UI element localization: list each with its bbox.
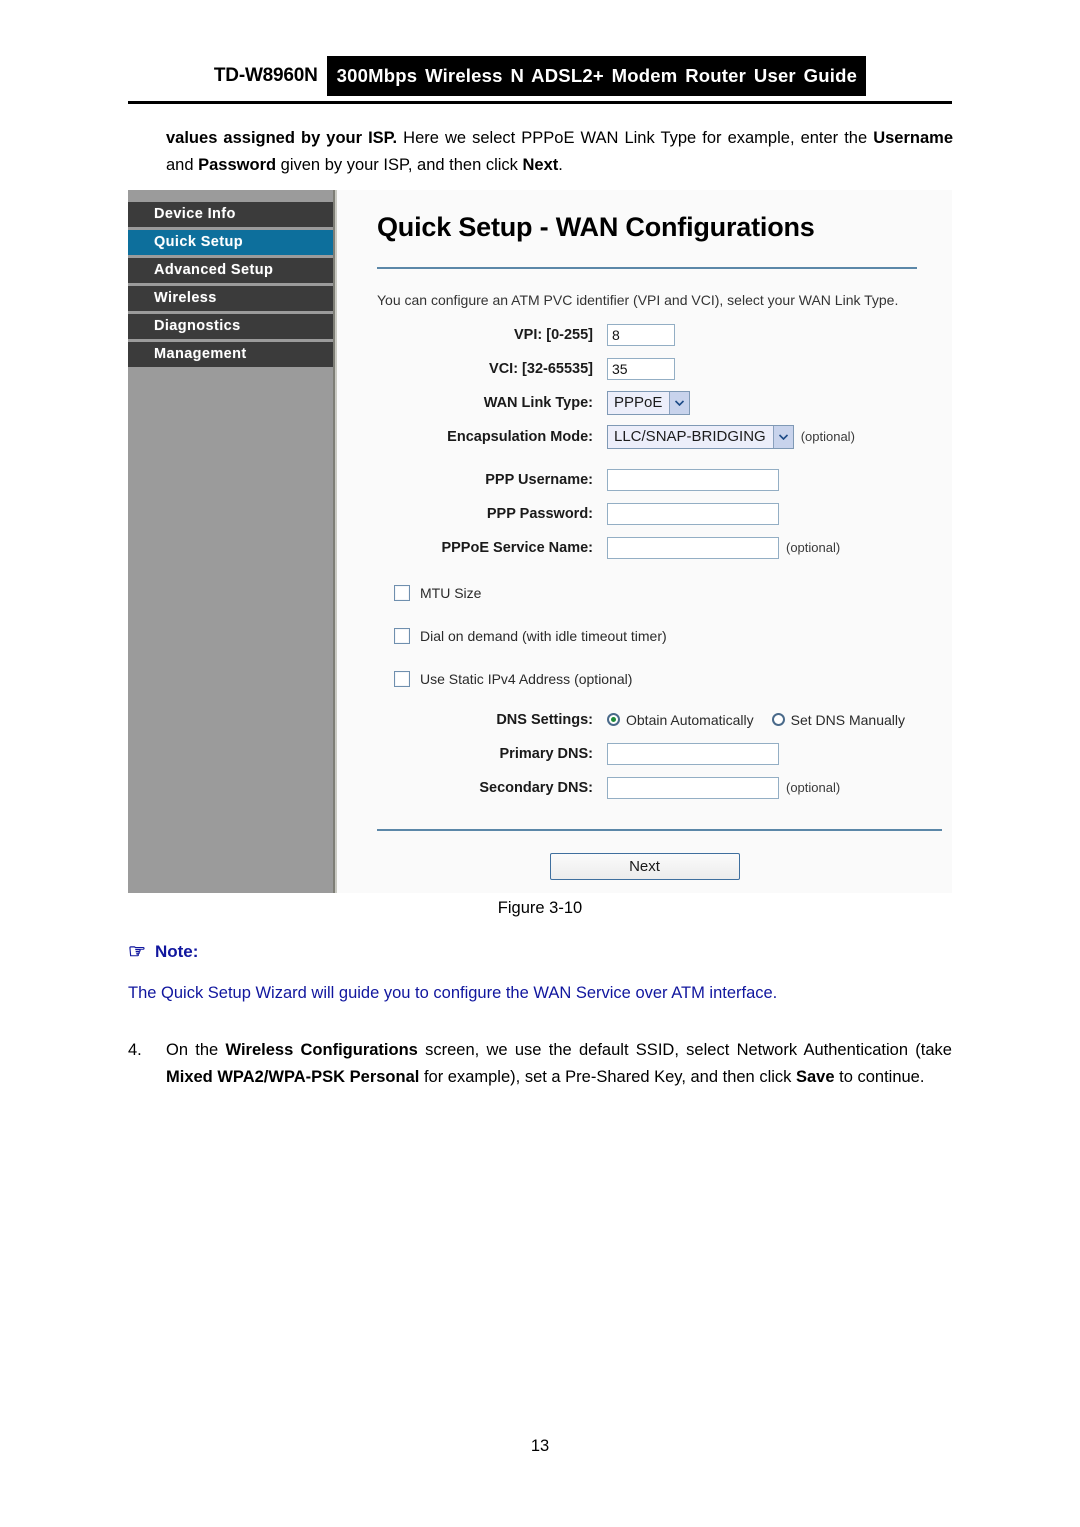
wan-link-type-label: WAN Link Type: [483, 394, 593, 411]
vci-row: VCI: [32-65535] [337, 356, 952, 381]
primary-dns-label: Primary DNS: [499, 745, 593, 762]
ppp-username-label: PPP Username: [485, 471, 593, 488]
chevron-down-icon[interactable] [772, 425, 793, 448]
sidebar-item-advanced-setup[interactable]: Advanced Setup [128, 258, 333, 283]
sidebar-item-diagnostics[interactable]: Diagnostics [128, 314, 333, 339]
intro-text-1: Here we select PPPoE WAN Link Type for e… [397, 129, 874, 147]
wan-link-type-value: PPPoE [614, 394, 663, 411]
router-sidebar-nav: Device Info Quick Setup Advanced Setup W… [128, 190, 335, 893]
pppoe-service-name-input[interactable] [607, 536, 779, 559]
step-text-1: On the [166, 1041, 226, 1059]
step-bold-3: Save [795, 1068, 835, 1086]
intro-bold-3: Password [198, 156, 277, 174]
dial-on-demand-label: Dial on demand (with idle timeout timer) [420, 628, 667, 644]
step-number: 4. [128, 1041, 142, 1059]
pppoe-service-name-label: PPPoE Service Name: [441, 539, 593, 556]
dns-set-manually-label: Set DNS Manually [790, 711, 906, 728]
dial-on-demand-checkbox-row[interactable]: Dial on demand (with idle timeout timer) [394, 626, 952, 646]
step-text: On the Wireless Configurations screen, w… [166, 1037, 952, 1091]
intro-text-2: and [166, 156, 199, 174]
intro-bold-1: values assigned by your ISP. [166, 129, 398, 147]
document-header: TD-W8960N 300Mbps Wireless N ADSL2+ Mode… [0, 56, 1080, 102]
secondary-dns-optional-hint: (optional) [786, 780, 841, 795]
pppoe-service-name-row: PPPoE Service Name: (optional) [337, 535, 952, 560]
sidebar-item-device-info[interactable]: Device Info [128, 202, 333, 227]
wan-configuration-form: VPI: [0-255] VCI: [32-65535] WAN Link Ty… [337, 322, 952, 809]
sidebar-item-quick-setup[interactable]: Quick Setup [128, 230, 333, 255]
sidebar-item-wireless[interactable]: Wireless [128, 286, 333, 311]
note-heading-text: Note: [154, 942, 199, 961]
encapsulation-mode-select[interactable]: LLC/SNAP-BRIDGING [607, 424, 794, 449]
use-static-ipv4-label: Use Static IPv4 Address (optional) [420, 671, 633, 687]
wan-link-type-row: WAN Link Type: PPPoE [337, 390, 952, 415]
dns-obtain-automatically-label: Obtain Automatically [626, 711, 754, 728]
dns-obtain-automatically-radio[interactable] [607, 713, 620, 726]
ppp-password-row: PPP Password: [337, 501, 952, 526]
panel-description: You can configure an ATM PVC identifier … [377, 292, 899, 308]
dns-settings-label: DNS Settings: [337, 712, 607, 728]
vci-input[interactable] [607, 357, 675, 380]
header-rule [128, 101, 952, 104]
chevron-down-icon[interactable] [669, 391, 690, 414]
encapsulation-optional-hint: (optional) [800, 429, 855, 444]
vpi-label: VPI: [0-255] [514, 326, 593, 343]
wan-link-type-select[interactable]: PPPoE [607, 390, 691, 415]
encapsulation-mode-row: Encapsulation Mode: LLC/SNAP-BRIDGING (o… [337, 424, 952, 449]
sidebar-item-management[interactable]: Management [128, 342, 333, 367]
vci-label: VCI: [32-65535] [489, 360, 593, 377]
step-bold-2: Mixed WPA2/WPA-PSK Personal [166, 1068, 420, 1086]
step-bold-1: Wireless Configurations [225, 1041, 418, 1059]
dial-on-demand-checkbox[interactable] [394, 628, 410, 644]
step-text-4: to continue. [834, 1068, 925, 1086]
use-static-ipv4-checkbox-row[interactable]: Use Static IPv4 Address (optional) [394, 669, 952, 689]
mtu-size-checkbox[interactable] [394, 585, 410, 601]
mtu-size-label: MTU Size [420, 585, 482, 601]
dns-set-manually-radio[interactable] [771, 713, 785, 726]
router-main-panel: Quick Setup - WAN Configurations You can… [335, 190, 952, 893]
mtu-size-checkbox-row[interactable]: MTU Size [394, 583, 952, 603]
figure-caption: Figure 3-10 [497, 899, 583, 917]
page-number: 13 [530, 1437, 550, 1455]
primary-dns-row: Primary DNS: [337, 741, 952, 766]
note-heading: ☞ Note: [128, 942, 198, 962]
note-body: The Quick Setup Wizard will guide you to… [128, 984, 778, 1002]
secondary-dns-row: Secondary DNS: (optional) [337, 775, 952, 800]
panel-title: Quick Setup - WAN Configurations [377, 212, 815, 242]
ppp-username-row: PPP Username: [337, 467, 952, 492]
ppp-password-label: PPP Password: [486, 505, 593, 522]
primary-dns-input[interactable] [607, 742, 779, 765]
step-item: 4. On the Wireless Configurations screen… [128, 1037, 952, 1091]
router-ui-screenshot: Device Info Quick Setup Advanced Setup W… [128, 190, 952, 893]
intro-bold-4: Next [522, 156, 559, 174]
panel-bottom-divider [377, 829, 942, 831]
encapsulation-mode-value: LLC/SNAP-BRIDGING [614, 428, 766, 445]
encapsulation-mode-label: Encapsulation Mode: [447, 428, 593, 445]
dns-settings-label-text: DNS Settings: [496, 711, 593, 728]
pointing-hand-icon: ☞ [128, 941, 146, 963]
intro-paragraph: values assigned by your ISP. Here we sel… [166, 125, 953, 179]
panel-title-divider [377, 267, 917, 269]
ppp-username-input[interactable] [607, 468, 779, 491]
intro-bold-2: Username [873, 129, 954, 147]
document-title-bar: 300Mbps Wireless N ADSL2+ Modem Router U… [326, 56, 867, 96]
next-button[interactable]: Next [549, 853, 740, 880]
secondary-dns-input[interactable] [607, 776, 779, 799]
vpi-input[interactable] [607, 323, 675, 346]
pppoe-service-optional-hint: (optional) [786, 540, 841, 555]
intro-text-3: given by your ISP, and then click [276, 156, 523, 174]
step-text-2: screen, we use the default SSID, select … [417, 1041, 952, 1059]
vpi-row: VPI: [0-255] [337, 322, 952, 347]
use-static-ipv4-checkbox[interactable] [394, 671, 410, 687]
secondary-dns-label: Secondary DNS: [479, 779, 593, 796]
intro-text-4: . [558, 156, 563, 174]
step-text-3: for example), set a Pre-Shared Key, and … [419, 1068, 796, 1086]
dns-settings-row: DNS Settings: Obtain Automatically Set D… [337, 707, 952, 732]
device-model-label: TD-W8960N [213, 65, 318, 86]
ppp-password-input[interactable] [607, 502, 779, 525]
